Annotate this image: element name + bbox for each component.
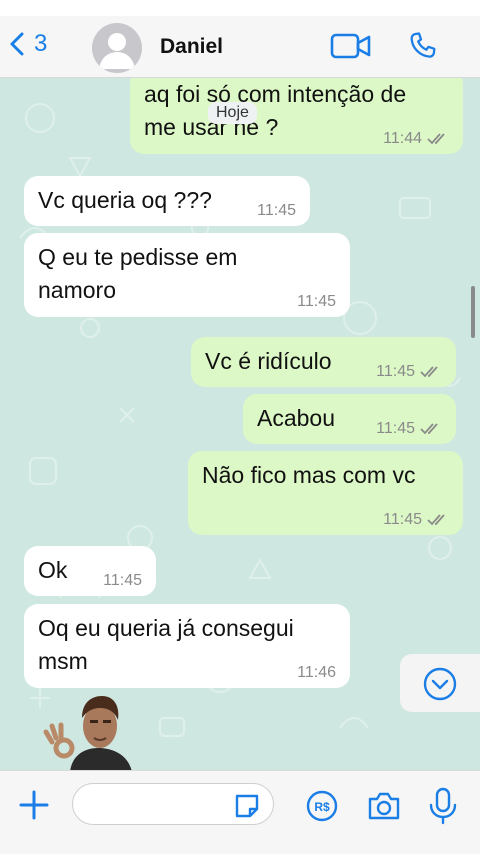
message-incoming[interactable]: Vc queria oq ??? 11:45	[24, 176, 310, 226]
scroll-to-bottom-button[interactable]	[400, 654, 480, 712]
sticker-icon[interactable]	[232, 791, 262, 821]
video-call-icon[interactable]	[330, 32, 372, 60]
read-ticks-icon	[427, 133, 445, 145]
scrollbar[interactable]	[471, 286, 475, 338]
message-meta: 11:44	[383, 130, 449, 148]
read-ticks-icon	[427, 514, 445, 526]
contact-name[interactable]: Daniel	[160, 35, 223, 59]
plus-icon[interactable]	[18, 789, 50, 821]
message-meta: 11:45	[257, 202, 296, 220]
home-indicator-area	[0, 836, 480, 854]
message-meta: 11:45	[376, 363, 442, 381]
back-button[interactable]: 3	[10, 30, 47, 58]
camera-icon[interactable]	[366, 790, 402, 822]
message-text: Não fico mas com vc	[202, 462, 416, 488]
message-meta: 11:45	[383, 511, 449, 529]
message-outgoing[interactable]: Vc é ridículo 11:45	[191, 337, 456, 387]
message-meta: 11:45	[376, 420, 442, 438]
message-incoming[interactable]: Oq eu queria já consegui msm 11:46	[24, 604, 350, 688]
message-time: 11:45	[297, 293, 336, 310]
message-time: 11:45	[257, 202, 296, 219]
message-text: Q eu te pedisse em namoro	[38, 244, 238, 303]
message-outgoing[interactable]: Acabou 11:45	[243, 394, 456, 444]
message-time: 11:45	[376, 363, 415, 380]
message-outgoing[interactable]: aq foi só com intenção de me usar né ? 1…	[130, 78, 463, 154]
message-meta: 11:45	[297, 293, 336, 311]
message-meta: 11:46	[297, 664, 336, 682]
chat-area[interactable]: aq foi só com intenção de me usar né ? 1…	[0, 78, 480, 770]
message-time: 11:45	[383, 511, 422, 528]
read-ticks-icon	[420, 366, 438, 378]
status-bar	[0, 0, 480, 16]
microphone-icon[interactable]	[428, 787, 458, 825]
chevron-down-icon	[423, 667, 457, 701]
message-time: 11:46	[297, 664, 336, 681]
message-text: Oq eu queria já consegui msm	[38, 615, 294, 674]
payment-icon[interactable]: R$	[306, 790, 338, 822]
avatar[interactable]	[92, 23, 142, 73]
avatar-placeholder-icon	[99, 33, 135, 69]
phone-call-icon[interactable]	[406, 29, 440, 63]
man-ok-gesture-sticker[interactable]	[42, 692, 152, 770]
svg-text:R$: R$	[314, 800, 330, 814]
chat-header: 3 Daniel	[0, 16, 480, 78]
date-chip: Hoje	[208, 102, 257, 124]
message-outgoing[interactable]: Não fico mas com vc 11:45	[188, 451, 463, 535]
message-incoming[interactable]: Q eu te pedisse em namoro 11:45	[24, 233, 350, 317]
message-incoming[interactable]: Ok 11:45	[24, 546, 156, 596]
back-chevron-icon	[10, 32, 24, 56]
message-meta: 11:45	[103, 572, 142, 590]
back-count: 3	[34, 30, 48, 57]
message-time: 11:45	[103, 572, 142, 589]
read-ticks-icon	[420, 423, 438, 435]
message-time: 11:44	[383, 130, 422, 147]
message-time: 11:45	[376, 420, 415, 437]
